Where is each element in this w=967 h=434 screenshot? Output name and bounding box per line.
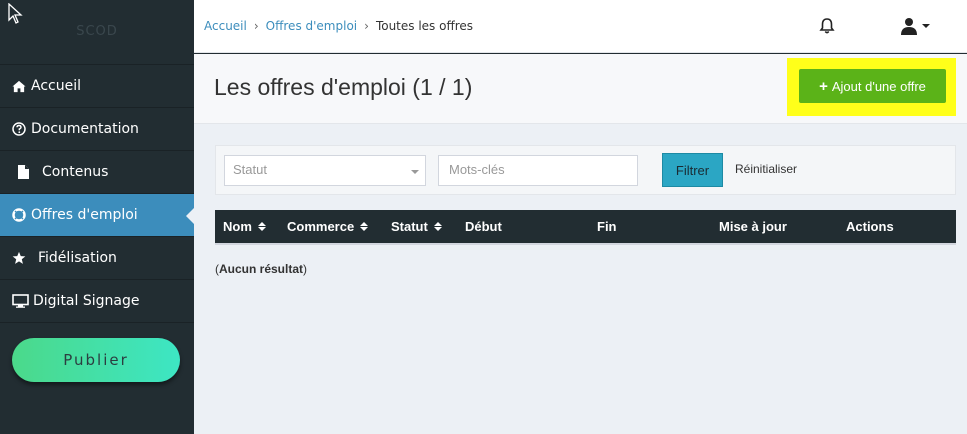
column-label: Actions — [846, 219, 894, 234]
monitor-icon — [12, 294, 29, 308]
column-label: Nom — [223, 219, 252, 234]
logo-text: SCOD — [76, 24, 118, 39]
breadcrumb-current: Toutes les offres — [375, 19, 474, 33]
column-label: Fin — [597, 219, 617, 234]
table-header: Nom Commerce Statut Début Fin Mise à jou… — [215, 210, 956, 245]
sidebar-item-label: Digital Signage — [33, 293, 140, 309]
user-icon — [901, 18, 917, 35]
plus-icon: + — [819, 77, 828, 95]
column-header-debut: Début — [465, 219, 502, 234]
breadcrumb: Accueil › Offres d'emploi › Toutes les o… — [204, 19, 473, 33]
sidebar-item-documentation[interactable]: Documentation — [0, 108, 194, 151]
status-select[interactable]: Statut — [224, 155, 426, 186]
empty-message: (Aucun résultat) — [215, 262, 308, 276]
logo[interactable]: SCOD — [0, 0, 194, 65]
publish-button[interactable]: Publier — [12, 338, 180, 382]
breadcrumb-link-offres[interactable]: Offres d'emploi — [266, 19, 357, 33]
sidebar-item-label: Documentation — [31, 121, 139, 137]
sort-icon — [257, 222, 266, 231]
column-header-commerce[interactable]: Commerce — [287, 219, 369, 234]
sidebar-item-label: Offres d'emploi — [31, 207, 138, 223]
sidebar-item-fidelisation[interactable]: Fidélisation — [0, 237, 194, 280]
column-label: Mise à jour — [719, 219, 787, 234]
main-content: Les offres d'emploi (1 / 1) + Ajout d'un… — [194, 54, 967, 434]
column-label: Commerce — [287, 219, 355, 234]
star-icon — [12, 251, 26, 265]
page-title: Les offres d'emploi (1 / 1) — [214, 74, 473, 100]
sidebar-item-label: Accueil — [31, 78, 81, 94]
filter-panel: Statut Mots-clés Filtrer Réinitialiser — [215, 145, 956, 195]
add-offer-button[interactable]: + Ajout d'une offre — [799, 69, 946, 103]
sidebar-item-accueil[interactable]: Accueil — [0, 65, 194, 108]
active-indicator — [186, 208, 194, 224]
add-offer-label: Ajout d'une offre — [831, 78, 926, 94]
filter-button[interactable]: Filtrer — [662, 153, 723, 187]
sidebar-item-label: Fidélisation — [38, 250, 117, 266]
column-header-actions: Actions — [846, 219, 894, 234]
empty-message-text: Aucun résultat — [219, 262, 304, 276]
column-label: Début — [465, 219, 502, 234]
sidebar-item-offres-emploi[interactable]: Offres d'emploi — [0, 194, 194, 237]
publish-wrapper: Publier — [12, 338, 180, 382]
column-header-nom[interactable]: Nom — [223, 219, 266, 234]
home-icon — [12, 79, 26, 93]
sort-icon — [433, 222, 442, 231]
user-menu[interactable] — [900, 16, 932, 36]
breadcrumb-separator: › — [364, 19, 369, 33]
caret-down-icon — [922, 24, 930, 28]
breadcrumb-link-accueil[interactable]: Accueil — [204, 19, 247, 33]
chevron-down-icon — [411, 170, 419, 174]
column-header-statut[interactable]: Statut — [391, 219, 442, 234]
sidebar-item-label: Contenus — [42, 164, 109, 180]
mouse-cursor-icon — [8, 3, 23, 24]
file-icon — [16, 165, 30, 179]
column-header-fin: Fin — [597, 219, 617, 234]
column-label: Statut — [391, 219, 428, 234]
status-select-placeholder: Statut — [233, 162, 267, 177]
top-bar: Accueil › Offres d'emploi › Toutes les o… — [194, 0, 967, 53]
content-header: Les offres d'emploi (1 / 1) + Ajout d'un… — [194, 54, 967, 124]
sort-icon — [360, 222, 369, 231]
breadcrumb-separator: › — [253, 19, 259, 33]
reset-link[interactable]: Réinitialiser — [735, 162, 797, 176]
sidebar: SCOD Accueil Documentation Contenus Offr… — [0, 0, 194, 434]
life-ring-icon — [12, 208, 26, 222]
question-circle-icon — [12, 122, 26, 136]
column-header-mise-a-jour: Mise à jour — [719, 219, 787, 234]
keywords-input[interactable]: Mots-clés — [438, 155, 638, 186]
bell-icon[interactable] — [818, 17, 836, 35]
sidebar-item-contenus[interactable]: Contenus — [0, 151, 194, 194]
sidebar-item-digital-signage[interactable]: Digital Signage — [0, 280, 194, 323]
